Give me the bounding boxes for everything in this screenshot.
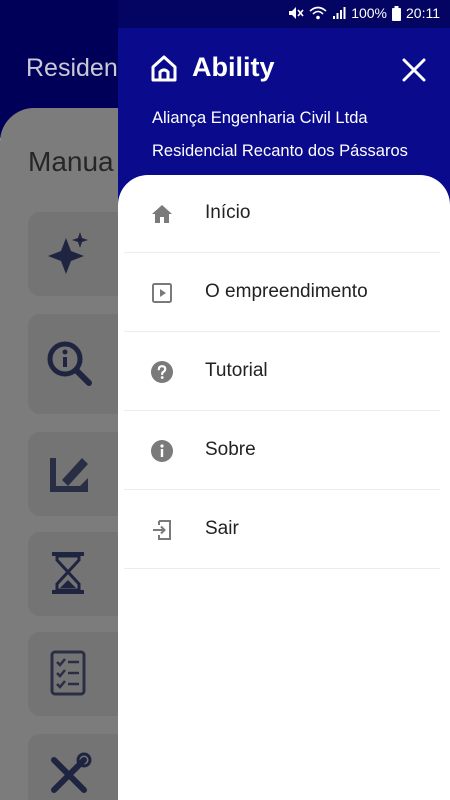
- house-logo-icon: [151, 55, 177, 81]
- menu-item-label: O empreendimento: [205, 281, 368, 302]
- status-time: 20:11: [406, 5, 440, 21]
- drafting-icon: [50, 458, 88, 492]
- close-icon: [402, 58, 426, 82]
- menu-item-label: Sair: [205, 518, 239, 539]
- menu-item-empreendimento[interactable]: O empreendimento: [124, 254, 440, 332]
- menu-item-label: Início: [205, 202, 251, 223]
- battery-percent: 100%: [351, 5, 387, 21]
- menu-item-sobre[interactable]: Sobre: [124, 412, 440, 490]
- drawer-company-name: Aliança Engenharia Civil Ltda: [152, 109, 368, 127]
- close-drawer-button[interactable]: [400, 56, 428, 84]
- search-info-icon: [47, 341, 92, 386]
- tools-icon: [51, 752, 92, 793]
- status-bar: 100% 20:11: [118, 0, 450, 28]
- mute-icon: [289, 7, 304, 19]
- battery-icon: [392, 5, 401, 21]
- play-box-icon: [152, 283, 172, 303]
- menu-item-sair[interactable]: Sair: [124, 491, 440, 569]
- menu-item-inicio[interactable]: Início: [124, 175, 440, 253]
- drawer-app-title: Ability: [192, 52, 275, 82]
- checklist-icon: [50, 650, 86, 696]
- drawer-project-name: Residencial Recanto dos Pássaros: [152, 142, 408, 160]
- background-header-title: Residen: [26, 54, 118, 82]
- wifi-icon: [309, 6, 327, 20]
- menu-item-label: Tutorial: [205, 360, 268, 381]
- hourglass-icon: [52, 552, 84, 594]
- navigation-drawer: 100% 20:11 Ability Aliança Engenharia Ci…: [118, 0, 450, 800]
- sparkle-icon: [48, 232, 88, 274]
- drawer-menu: Início O empreendimento Tutorial Sobre S…: [118, 175, 450, 800]
- menu-item-label: Sobre: [205, 439, 256, 460]
- home-icon: [152, 205, 172, 223]
- background-section-title: Manua: [28, 146, 114, 177]
- menu-item-tutorial[interactable]: Tutorial: [124, 333, 440, 411]
- help-circle-icon: [151, 361, 173, 383]
- drawer-brand: Ability: [150, 52, 275, 83]
- info-circle-icon: [151, 440, 173, 462]
- signal-icon: [333, 7, 346, 19]
- exit-icon: [153, 520, 171, 540]
- status-icons: 100% 20:11: [288, 5, 440, 21]
